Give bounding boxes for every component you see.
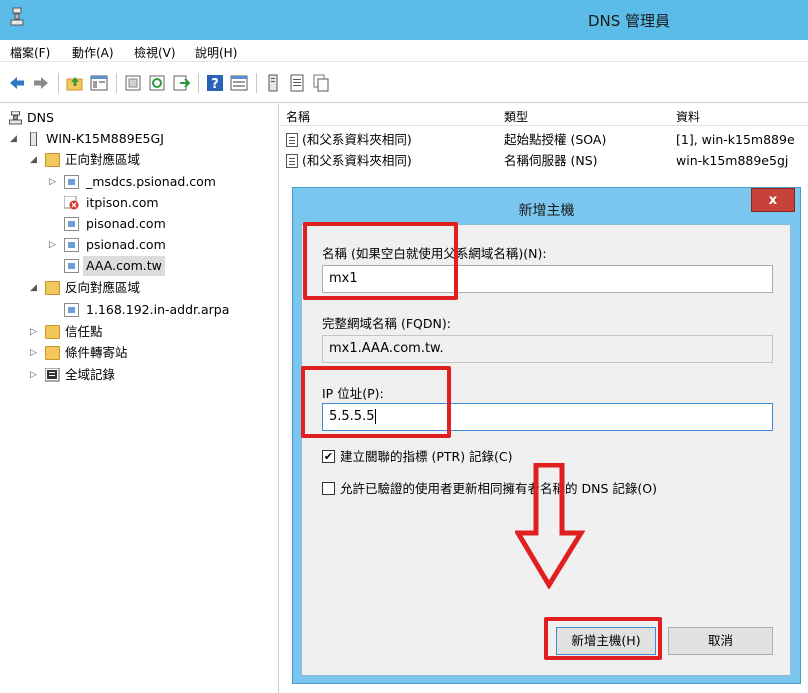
tree-label: WIN-K15M889E5GJ [46, 131, 164, 146]
tree-label: 1.168.192.in-addr.arpa [86, 302, 230, 317]
record-data: win-k15m889e5gj [676, 153, 789, 168]
zone-error-icon [64, 196, 79, 210]
cancel-button[interactable]: 取消 [668, 627, 773, 655]
zone-icon [64, 217, 79, 231]
export-icon[interactable] [172, 74, 190, 92]
server-icon [30, 132, 37, 146]
list-item[interactable]: (和父系資料夾相同) 名稱伺服器 (NS) win-k15m889e5gj [280, 151, 808, 171]
folder-icon [45, 346, 60, 360]
record-data: [1], win-k15m889e [676, 132, 795, 147]
fqdn-field: mx1.AAA.com.tw. [322, 335, 773, 363]
menu-action[interactable]: 動作(A) [72, 44, 114, 61]
console-view-icon[interactable] [230, 74, 248, 92]
record-icon [286, 154, 298, 168]
auth-update-checkbox[interactable] [322, 482, 335, 495]
list-icon[interactable] [288, 74, 306, 92]
expand-icon[interactable]: ▷ [30, 365, 40, 385]
record-type: 起始點授權 (SOA) [504, 132, 607, 147]
tree-label: DNS [27, 110, 54, 125]
record-name: (和父系資料夾相同) [302, 153, 412, 168]
menu-file[interactable]: 檔案(F) [10, 44, 50, 61]
add-host-button[interactable]: 新增主機(H) [556, 627, 656, 655]
toolbar-separator [116, 73, 117, 93]
record-name: (和父系資料夾相同) [302, 132, 412, 147]
forward-icon[interactable] [32, 74, 50, 92]
console-tree: DNS ◢ WIN-K15M889E5GJ ◢ 正向對應區域 ▷ _msdcs.… [0, 104, 279, 693]
help-icon[interactable]: ? [206, 74, 224, 92]
back-icon[interactable] [8, 74, 26, 92]
fqdn-label: 完整網域名稱 (FQDN): [322, 316, 451, 331]
svg-text:?: ? [211, 77, 219, 92]
tree-label: AAA.com.tw [83, 256, 165, 276]
expand-icon[interactable]: ▷ [30, 343, 40, 363]
tree-label: _msdcs.psionad.com [86, 174, 216, 189]
tree-label: 全域記錄 [65, 367, 116, 382]
ip-input[interactable]: 5.5.5.5 [322, 403, 773, 431]
window-titlebar: DNS 管理員 [0, 0, 808, 40]
copy-icon[interactable] [312, 74, 330, 92]
window-title: DNS 管理員 [587, 12, 671, 30]
ptr-checkbox[interactable]: ✔ [322, 450, 335, 463]
column-name[interactable]: 名稱 [286, 108, 310, 125]
tree-label: 正向對應區域 [65, 152, 141, 167]
toolbar-separator [198, 73, 199, 93]
ptr-checkbox-label: 建立關聯的指標 (PTR) 記錄(C) [340, 449, 513, 464]
expand-icon[interactable]: ▷ [30, 322, 40, 342]
server-icon[interactable] [264, 74, 282, 92]
zone-icon [64, 238, 79, 252]
list-item[interactable]: (和父系資料夾相同) 起始點授權 (SOA) [1], win-k15m889e [280, 130, 808, 150]
tree-label: 反向對應區域 [65, 280, 141, 295]
collapse-icon[interactable]: ◢ [10, 129, 20, 149]
auth-update-checkbox-label: 允許已驗證的使用者更新相同擁有者名稱的 DNS 記錄(O) [340, 481, 657, 496]
record-type: 名稱伺服器 (NS) [504, 153, 598, 168]
folder-icon [45, 153, 60, 167]
zone-icon [64, 175, 79, 189]
properties-icon[interactable] [124, 74, 142, 92]
new-host-dialog: 新增主機 x 名稱 (如果空白就使用父系網域名稱)(N): mx1 完整網域名稱… [292, 187, 801, 684]
menu-bar: 檔案(F) 動作(A) 檢視(V) 說明(H) [0, 40, 808, 62]
tree-label: 條件轉寄站 [65, 345, 128, 360]
record-icon [286, 133, 298, 147]
tree-label: 信任點 [65, 324, 103, 339]
folder-icon [45, 281, 60, 295]
tree-label: pisonad.com [86, 216, 166, 231]
zone-icon [64, 259, 79, 273]
close-button[interactable]: x [751, 188, 795, 212]
toolbar: ? [0, 63, 808, 103]
up-folder-icon[interactable] [66, 74, 84, 92]
collapse-icon[interactable]: ◢ [30, 150, 40, 170]
column-data[interactable]: 資料 [676, 108, 700, 125]
dialog-body: 名稱 (如果空白就使用父系網域名稱)(N): mx1 完整網域名稱 (FQDN)… [301, 224, 791, 676]
folder-icon [45, 325, 60, 339]
refresh-icon[interactable] [148, 74, 166, 92]
zone-icon [64, 303, 79, 317]
ip-value: 5.5.5.5 [329, 409, 375, 424]
menu-help[interactable]: 說明(H) [195, 44, 237, 61]
name-label: 名稱 (如果空白就使用父系網域名稱)(N): [322, 246, 547, 261]
expand-icon[interactable]: ▷ [49, 235, 59, 255]
list-header: 名稱 類型 資料 [280, 104, 808, 126]
column-type[interactable]: 類型 [504, 108, 528, 125]
toolbar-separator [256, 73, 257, 93]
dialog-title: 新增主機 [518, 203, 575, 219]
collapse-icon[interactable]: ◢ [30, 278, 40, 298]
toolbar-separator [58, 73, 59, 93]
ip-label: IP 位址(P): [322, 386, 384, 401]
expand-icon[interactable]: ▷ [49, 172, 59, 192]
show-tree-icon[interactable] [90, 74, 108, 92]
menu-view[interactable]: 檢視(V) [134, 44, 176, 61]
event-log-icon [45, 368, 60, 382]
tree-label: itpison.com [86, 195, 159, 210]
text-caret [375, 409, 377, 424]
name-input[interactable]: mx1 [322, 265, 773, 293]
dns-icon [9, 111, 22, 125]
tree-label: psionad.com [86, 237, 166, 252]
